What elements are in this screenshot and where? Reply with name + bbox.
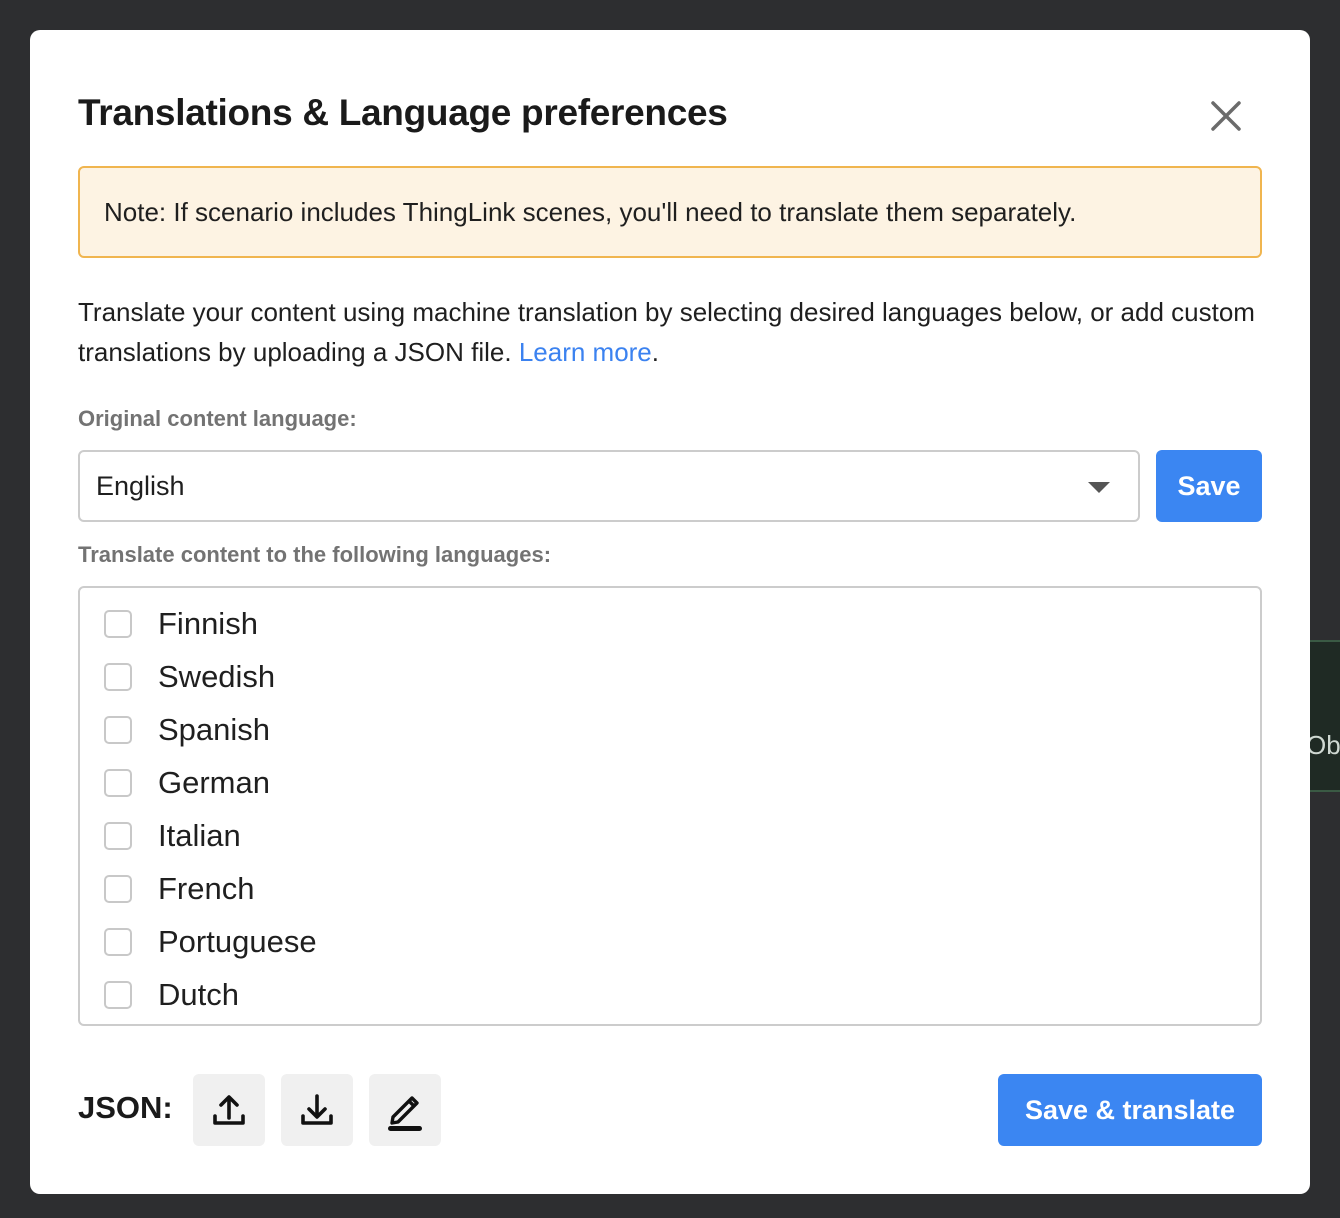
language-option-german[interactable]: German	[104, 757, 1260, 810]
target-languages-list[interactable]: Finnish Swedish Spanish German Italian F…	[78, 586, 1262, 1026]
language-label: Italian	[158, 818, 241, 853]
language-option-dutch[interactable]: Dutch	[104, 968, 1260, 1021]
language-checkbox[interactable]	[104, 769, 132, 798]
translations-dialog: Translations & Language preferences Note…	[30, 30, 1310, 1194]
json-label: JSON:	[78, 1090, 173, 1125]
language-checkbox[interactable]	[104, 716, 132, 745]
language-label: Spanish	[158, 712, 271, 748]
original-language-label: Original content language:	[78, 406, 357, 431]
language-option-swedish[interactable]: Swedish	[104, 651, 1260, 704]
download-icon	[301, 1094, 333, 1125]
upload-json-button[interactable]	[193, 1074, 265, 1146]
language-label: French	[158, 870, 255, 906]
dialog-title: Translations & Language preferences	[78, 92, 728, 133]
language-label: German	[158, 765, 270, 801]
language-label: Dutch	[158, 976, 239, 1012]
learn-more-link[interactable]: Learn more	[519, 337, 652, 367]
background-partial-text: Obj	[1306, 730, 1340, 760]
close-button[interactable]	[1204, 94, 1248, 138]
scenario-note-banner: Note: If scenario includes ThingLink sce…	[78, 166, 1262, 258]
upload-icon	[213, 1095, 245, 1125]
language-option-spanish[interactable]: Spanish	[104, 704, 1260, 757]
language-label: Finnish	[158, 606, 258, 642]
language-checkbox[interactable]	[104, 610, 132, 639]
intro-text: Translate your content using machine tra…	[78, 297, 1255, 367]
original-language-select[interactable]: English	[78, 450, 1140, 522]
language-checkbox[interactable]	[104, 822, 132, 850]
language-option-italian[interactable]: Italian	[104, 810, 1260, 863]
language-checkbox[interactable]	[104, 980, 132, 1009]
edit-icon	[388, 1096, 422, 1131]
language-label: Portuguese	[158, 923, 317, 959]
download-json-button[interactable]	[281, 1074, 353, 1146]
language-option-french[interactable]: French	[104, 862, 1260, 915]
language-label: Swedish	[158, 659, 276, 695]
language-option-portuguese[interactable]: Portuguese	[104, 915, 1260, 968]
language-checkbox[interactable]	[104, 663, 132, 692]
target-languages-label: Translate content to the following langu…	[78, 542, 552, 567]
close-icon	[1211, 101, 1241, 131]
save-and-translate-button[interactable]: Save & translate	[998, 1074, 1262, 1146]
intro-paragraph: Translate your content using machine tra…	[78, 292, 1268, 372]
intro-period: .	[651, 337, 660, 367]
note-text: Note: If scenario includes ThingLink sce…	[104, 196, 1077, 227]
edit-json-button[interactable]	[369, 1074, 441, 1146]
save-language-button[interactable]: Save	[1156, 450, 1262, 522]
chevron-down-icon	[1088, 482, 1110, 493]
language-checkbox[interactable]	[104, 927, 132, 956]
selected-language: English	[96, 470, 185, 501]
language-checkbox[interactable]	[104, 874, 132, 903]
language-option-finnish[interactable]: Finnish	[104, 598, 1260, 651]
